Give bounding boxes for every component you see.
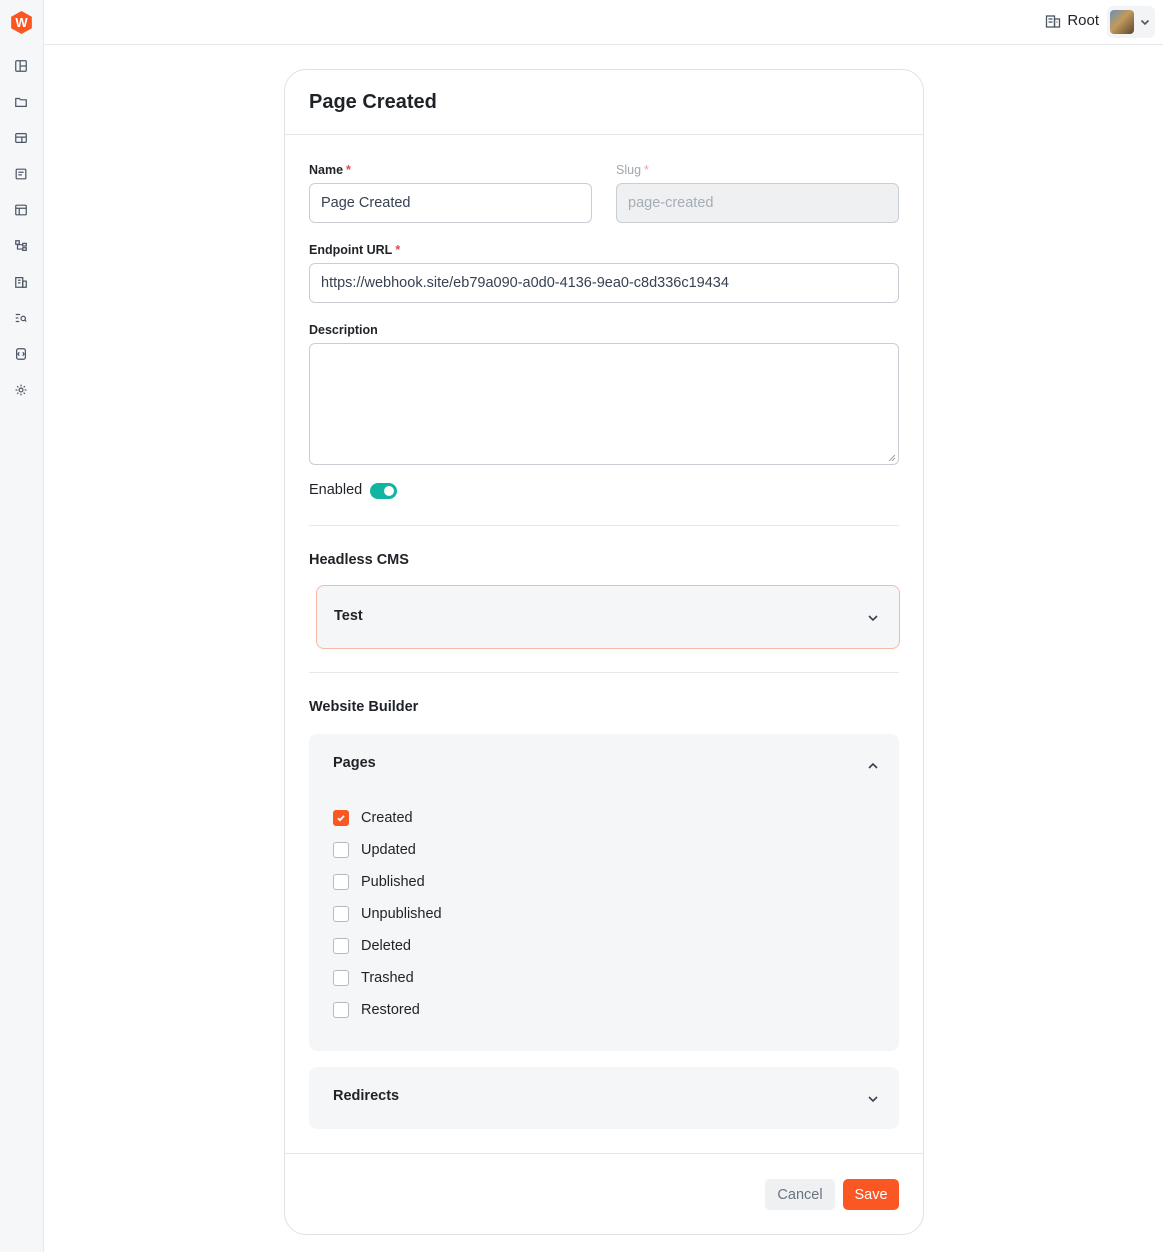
description-textarea[interactable] xyxy=(309,343,899,465)
required-mark: * xyxy=(395,243,401,257)
checkbox[interactable] xyxy=(333,874,349,890)
document-icon[interactable] xyxy=(13,166,29,182)
toggle-knob xyxy=(384,486,394,496)
api-icon[interactable] xyxy=(13,346,29,362)
accordion-title: Test xyxy=(334,608,363,624)
checkbox[interactable] xyxy=(333,970,349,986)
dashboard-icon[interactable] xyxy=(13,58,29,74)
name-input[interactable]: Page Created xyxy=(309,183,592,223)
gear-icon[interactable] xyxy=(13,382,29,398)
user-menu[interactable] xyxy=(1107,6,1155,38)
name-label-text: Name xyxy=(309,163,344,177)
checkbox[interactable] xyxy=(333,906,349,922)
divider xyxy=(309,525,899,526)
checkbox[interactable] xyxy=(333,810,349,826)
sidebar: W xyxy=(0,0,44,1252)
tenant-label: Root xyxy=(1067,12,1099,29)
resize-handle-icon[interactable] xyxy=(888,454,896,462)
slug-label: Slug * xyxy=(616,163,649,177)
app-logo[interactable]: W xyxy=(11,11,32,34)
top-bar: Root xyxy=(44,0,1163,45)
save-button[interactable]: Save xyxy=(843,1179,899,1210)
slug-value: page-created xyxy=(628,195,714,211)
checkbox-label: Trashed xyxy=(361,970,414,986)
chevron-up-icon[interactable] xyxy=(867,759,879,771)
section-title-headless-cms: Headless CMS xyxy=(309,552,409,568)
endpoint-label: Endpoint URL * xyxy=(309,243,400,257)
folder-icon[interactable] xyxy=(13,94,29,110)
tenant-selector[interactable]: Root xyxy=(1045,12,1099,29)
event-checkbox-restored[interactable]: Restored xyxy=(333,1002,420,1018)
slug-input: page-created xyxy=(616,183,899,223)
slug-label-text: Slug xyxy=(616,163,642,177)
search-list-icon[interactable] xyxy=(13,310,29,326)
logo-letter: W xyxy=(15,15,28,30)
required-mark: * xyxy=(346,163,351,177)
endpoint-label-text: Endpoint URL xyxy=(309,243,393,257)
required-mark: * xyxy=(644,163,649,177)
building-icon[interactable] xyxy=(13,274,29,290)
checkbox[interactable] xyxy=(333,1002,349,1018)
enabled-toggle[interactable] xyxy=(370,483,397,499)
checkbox[interactable] xyxy=(333,938,349,954)
page-title: Page Created xyxy=(309,91,437,113)
event-checkbox-created[interactable]: Created xyxy=(333,810,413,826)
checkbox-label: Unpublished xyxy=(361,906,442,922)
cancel-button[interactable]: Cancel xyxy=(765,1179,835,1210)
checkbox-label: Published xyxy=(361,874,425,890)
endpoint-url-input[interactable]: https://webhook.site/eb79a090-a0d0-4136-… xyxy=(309,263,899,303)
chevron-down-icon xyxy=(867,611,879,623)
hierarchy-icon[interactable] xyxy=(13,238,29,254)
checkbox-label: Deleted xyxy=(361,938,411,954)
divider xyxy=(309,672,899,673)
checkbox-label: Restored xyxy=(361,1002,420,1018)
section-title-website-builder: Website Builder xyxy=(309,699,419,715)
accordion-redirects[interactable]: Redirects xyxy=(309,1067,899,1129)
checkbox-label: Created xyxy=(361,810,413,826)
layout-icon[interactable] xyxy=(13,130,29,146)
accordion-title[interactable]: Pages xyxy=(333,755,376,771)
divider xyxy=(285,1153,923,1154)
endpoint-value: https://webhook.site/eb79a090-a0d0-4136-… xyxy=(321,275,729,291)
table-icon[interactable] xyxy=(13,202,29,218)
building-icon xyxy=(1046,14,1061,28)
checkbox[interactable] xyxy=(333,842,349,858)
event-checkbox-trashed[interactable]: Trashed xyxy=(333,970,414,986)
chevron-down-icon xyxy=(1140,19,1150,26)
accordion-title: Redirects xyxy=(333,1088,400,1104)
event-checkbox-updated[interactable]: Updated xyxy=(333,842,416,858)
description-label: Description xyxy=(309,323,378,337)
chevron-down-icon xyxy=(867,1092,879,1104)
webhook-form-card: Page Created Name * Page Created Slug * pa… xyxy=(284,69,924,1235)
enabled-label: Enabled xyxy=(309,482,363,498)
avatar xyxy=(1110,10,1134,34)
checkbox-label: Updated xyxy=(361,842,416,858)
accordion-test[interactable]: Test xyxy=(316,585,900,649)
accordion-pages: Pages Created Updated Published Unpublis… xyxy=(309,734,899,1051)
event-checkbox-deleted[interactable]: Deleted xyxy=(333,938,411,954)
event-checkbox-unpublished[interactable]: Unpublished xyxy=(333,906,442,922)
name-value: Page Created xyxy=(321,195,411,211)
event-checkbox-published[interactable]: Published xyxy=(333,874,425,890)
check-icon xyxy=(337,815,345,822)
name-label: Name * xyxy=(309,163,351,177)
divider xyxy=(285,134,923,135)
